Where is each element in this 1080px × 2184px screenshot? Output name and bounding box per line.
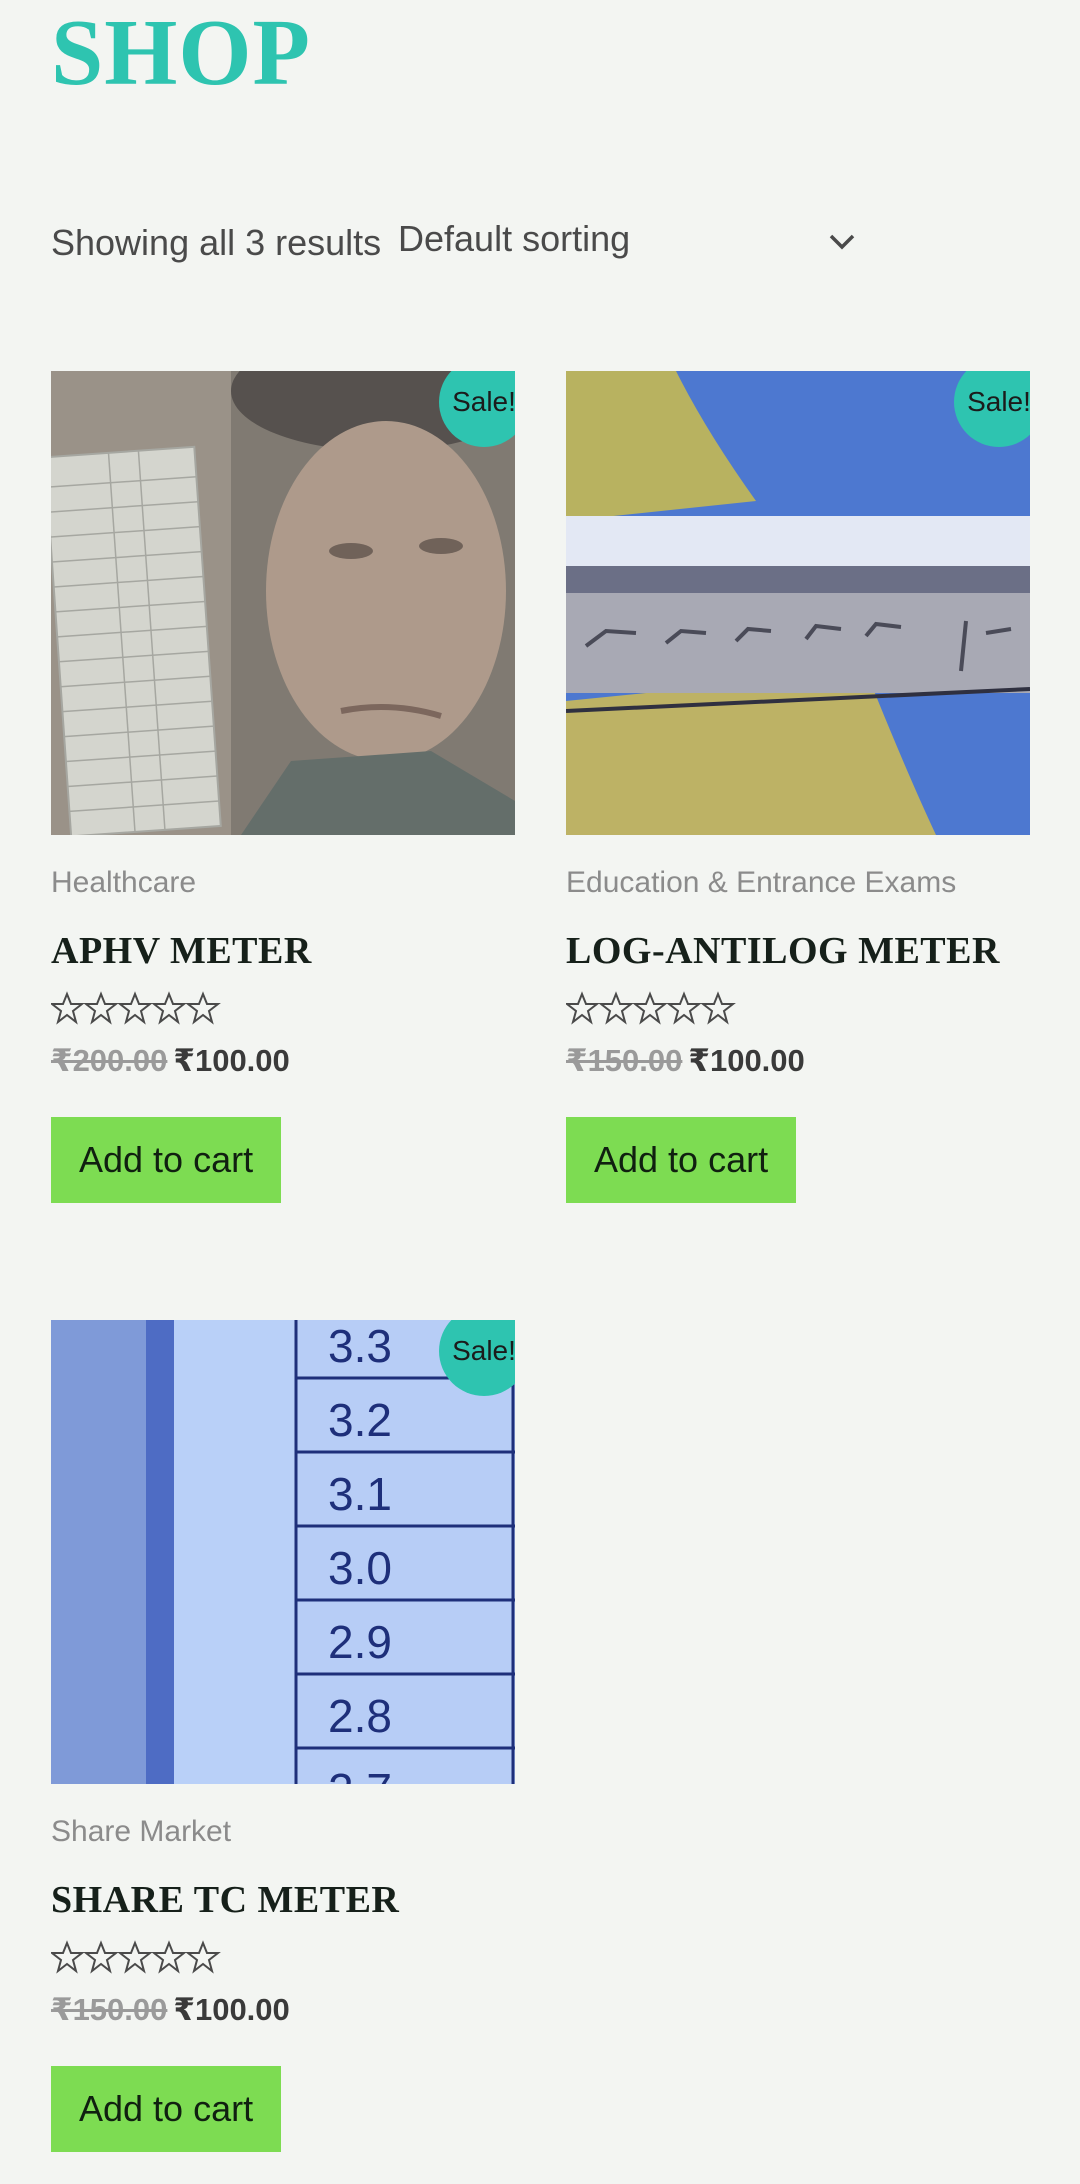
- product-price: ₹150.00 ₹100.00: [566, 1041, 1030, 1081]
- chevron-down-icon: [829, 234, 855, 250]
- product-card: 3.3 3.2 3.1 3.0 2.9 2.8 2.7 Sale! Share …: [51, 1320, 515, 2152]
- product-title[interactable]: SHARE TC METER: [51, 1878, 515, 1922]
- sale-price: ₹100.00: [688, 1043, 805, 1078]
- result-count: Showing all 3 results: [51, 222, 382, 263]
- sorting-select[interactable]: Default sorting: [398, 218, 858, 274]
- original-price: ₹150.00: [51, 1992, 168, 2027]
- product-image-link[interactable]: Sale!: [51, 371, 515, 835]
- product-card: Sale! Education & Entrance Exams LOG-ANT…: [566, 371, 1030, 1203]
- star-rating: [566, 991, 1030, 1027]
- add-to-cart-button[interactable]: Add to cart: [566, 1117, 797, 1203]
- original-price: ₹200.00: [51, 1043, 168, 1078]
- product-price: ₹150.00 ₹100.00: [51, 1990, 515, 2030]
- sorting-value: Default sorting: [398, 218, 631, 259]
- scale-label: 2.9: [328, 1616, 392, 1668]
- scale-label: 3.1: [328, 1468, 392, 1520]
- star-icons: [51, 1940, 221, 1974]
- scale-label: 3.3: [328, 1320, 392, 1372]
- star-rating: [51, 991, 515, 1027]
- scale-label: 3.2: [328, 1394, 392, 1446]
- product-image-link[interactable]: Sale!: [566, 371, 1030, 835]
- add-to-cart-button[interactable]: Add to cart: [51, 2066, 282, 2152]
- product-image-link[interactable]: 3.3 3.2 3.1 3.0 2.9 2.8 2.7 Sale!: [51, 1320, 515, 1784]
- scale-label: 3.0: [328, 1542, 392, 1594]
- star-icons: [51, 991, 221, 1025]
- scale-label: 2.8: [328, 1690, 392, 1742]
- scale-label: 2.7: [328, 1764, 392, 1784]
- product-title[interactable]: APHV METER: [51, 929, 515, 973]
- product-title[interactable]: LOG-ANTILOG METER: [566, 929, 1030, 973]
- star-rating: [51, 1940, 515, 1976]
- product-photo: [566, 371, 1030, 835]
- product-category: Share Market: [51, 1815, 232, 1848]
- product-category: Healthcare: [51, 866, 197, 899]
- product-card: Sale! Healthcare APHV METER ₹200.00 ₹100.…: [51, 371, 515, 1203]
- product-photo: 3.3 3.2 3.1 3.0 2.9 2.8 2.7: [51, 1320, 515, 1784]
- product-category: Education & Entrance Exams: [566, 866, 957, 899]
- shop-toolbar: Showing all 3 results Default sorting: [51, 218, 855, 282]
- original-price: ₹150.00: [566, 1043, 683, 1078]
- product-photo: [51, 371, 515, 835]
- page-title: SHOP: [51, 1, 311, 105]
- add-to-cart-button[interactable]: Add to cart: [51, 1117, 282, 1203]
- star-icons: [566, 991, 736, 1025]
- sale-price: ₹100.00: [173, 1043, 290, 1078]
- sale-price: ₹100.00: [173, 1992, 290, 2027]
- product-price: ₹200.00 ₹100.00: [51, 1041, 515, 1081]
